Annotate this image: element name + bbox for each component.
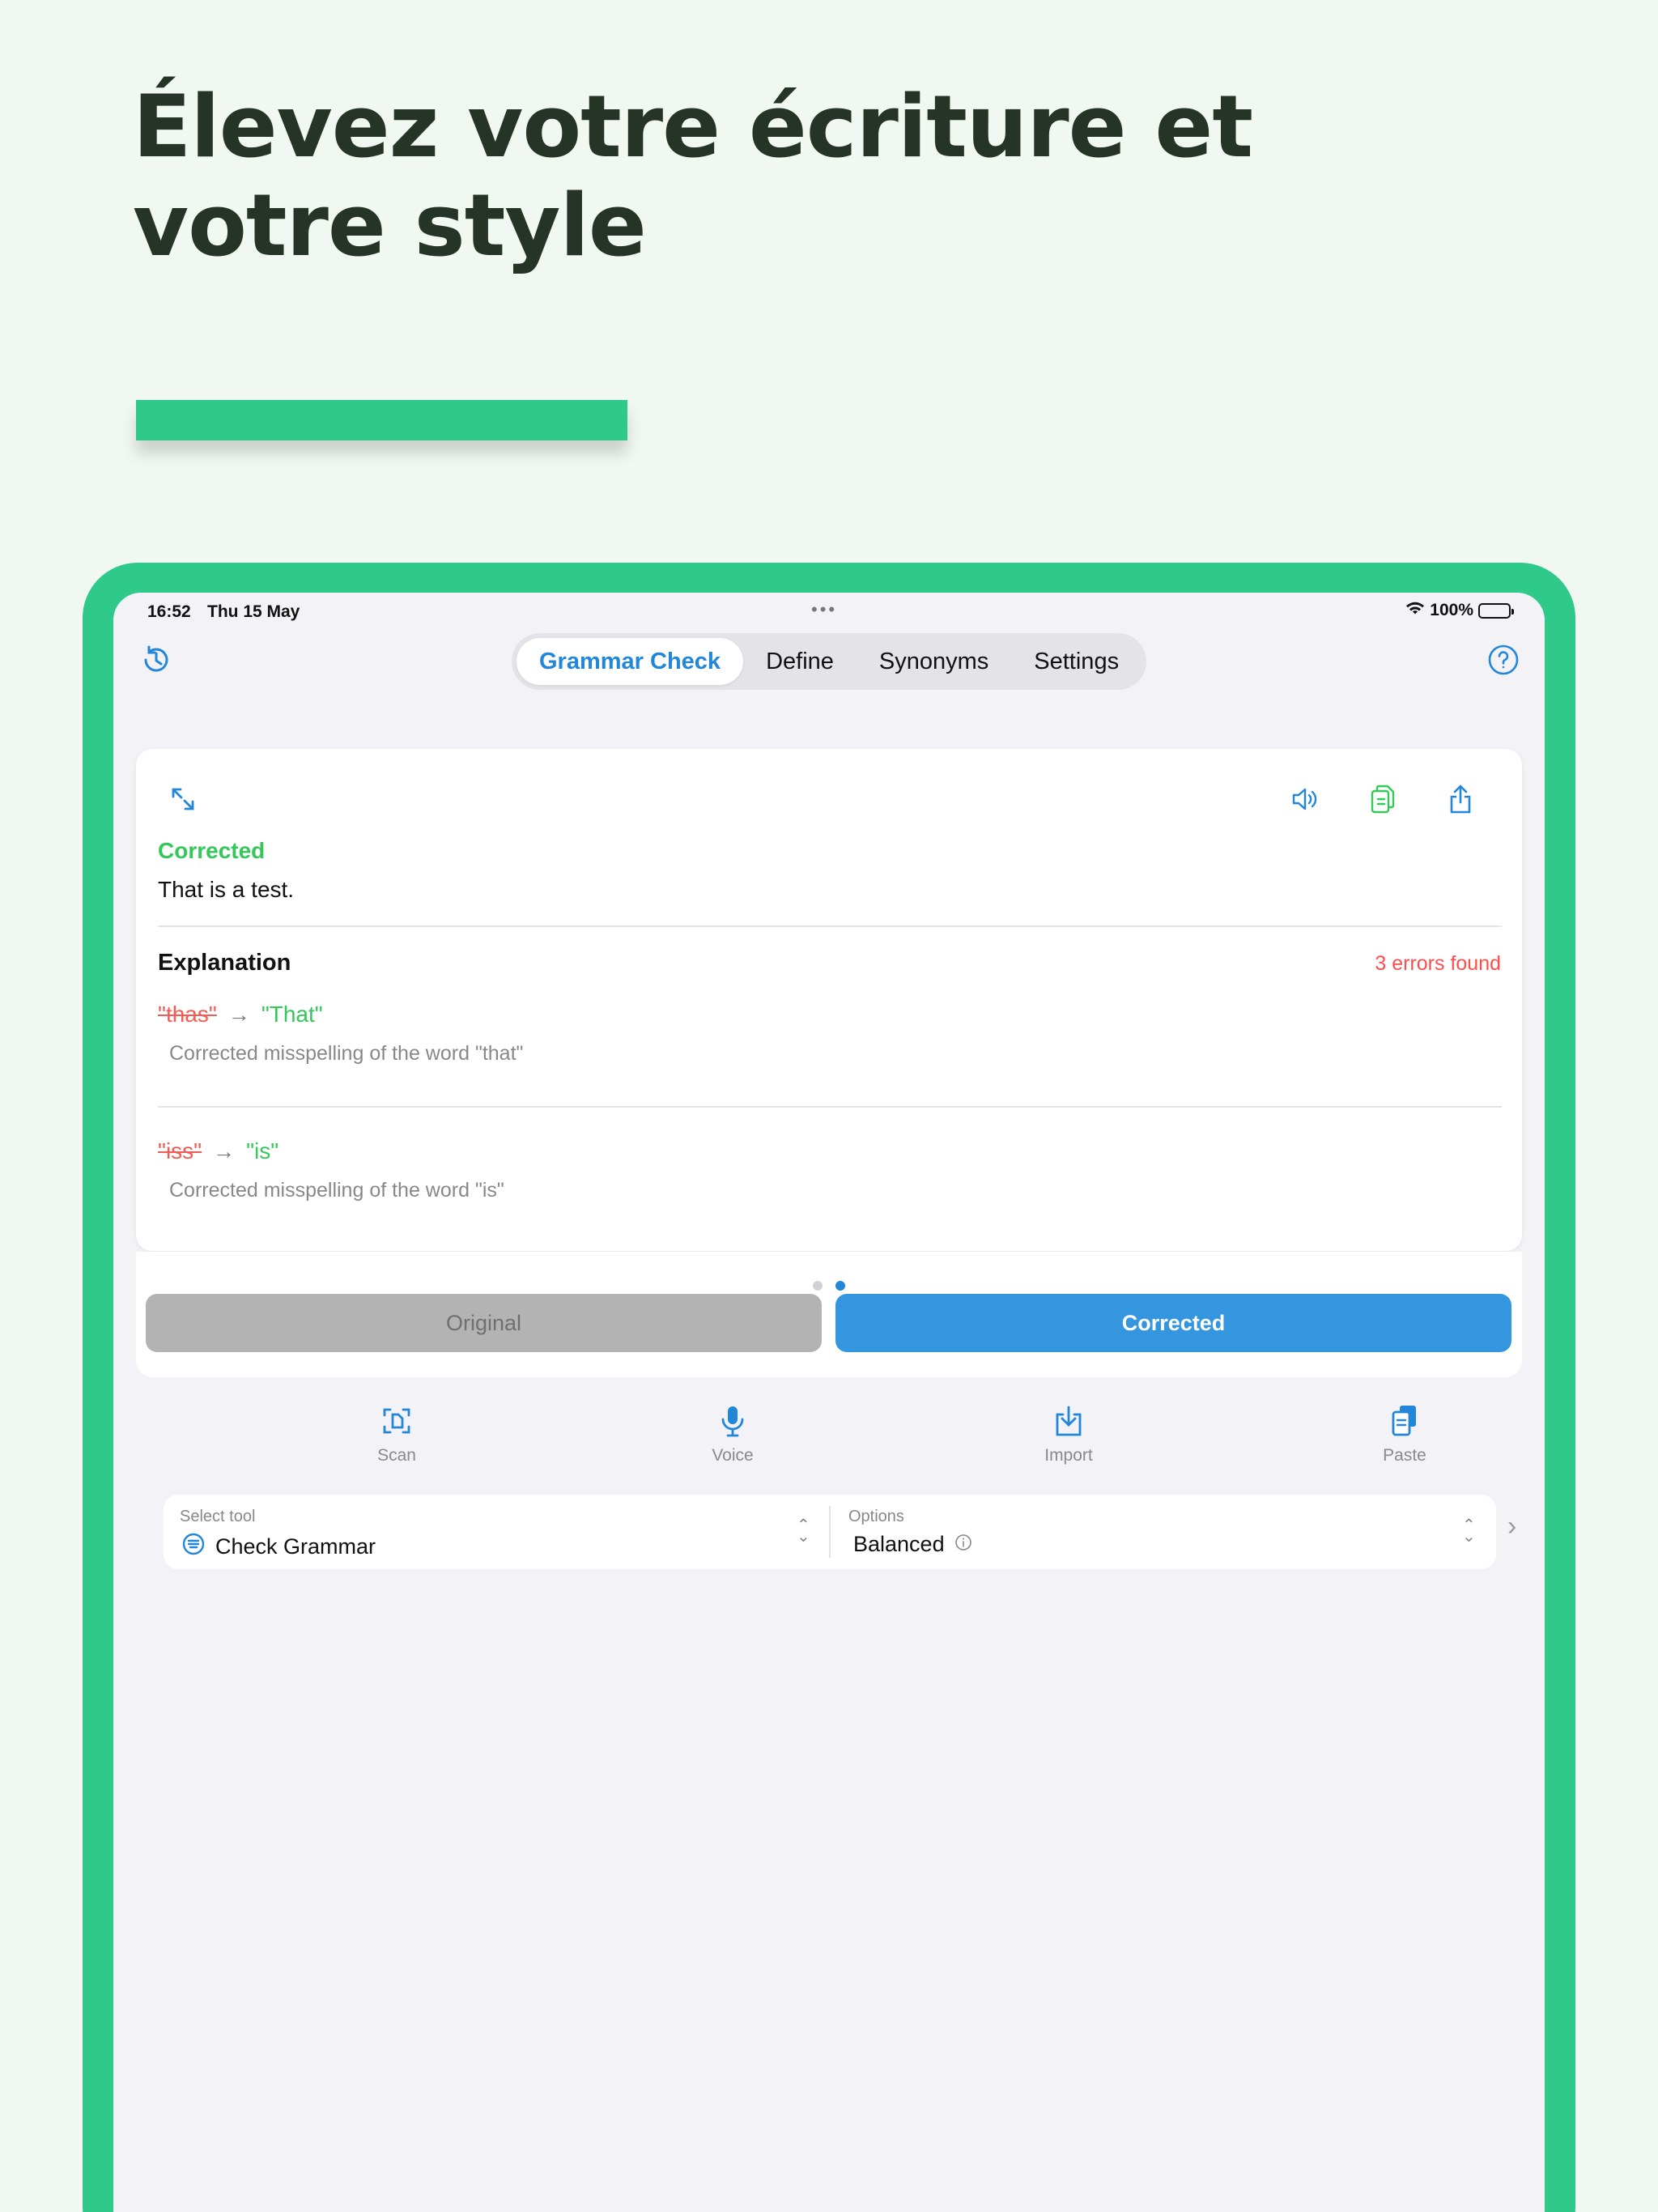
wifi-icon (1405, 601, 1425, 620)
original-word: "thas" (158, 1002, 217, 1027)
corrected-button[interactable]: Corrected (835, 1294, 1511, 1352)
corrected-text: That is a test. (158, 877, 295, 902)
battery-percent: 100% (1430, 601, 1473, 619)
change-row: "iss" → "is" (158, 1138, 278, 1164)
multitasking-dots-icon[interactable]: ••• (811, 599, 837, 620)
paste-label: Paste (1383, 1446, 1426, 1465)
help-icon[interactable] (1485, 641, 1522, 678)
result-card: Corrected That is a test. Explanation 3 … (136, 749, 1522, 1251)
chevron-right-icon[interactable]: › (1507, 1511, 1516, 1542)
paste-icon (1386, 1402, 1423, 1440)
updown-chevron-icon[interactable]: ⌃ ⌄ (797, 1517, 810, 1545)
selected-option-value: Balanced (853, 1532, 945, 1556)
scan-icon (378, 1402, 415, 1440)
status-time: 16:52 (147, 602, 191, 621)
scan-label: Scan (377, 1446, 416, 1465)
original-word: "iss" (158, 1138, 202, 1163)
battery-icon (1478, 602, 1514, 619)
share-icon[interactable] (1443, 781, 1478, 817)
device-frame: 16:52 Thu 15 May ••• 100% Grammar Check … (83, 563, 1575, 2212)
page-dot[interactable] (813, 1281, 823, 1291)
divider (158, 925, 1502, 927)
divider (829, 1506, 831, 1558)
tab-grammar-check[interactable]: Grammar Check (517, 638, 744, 685)
status-date: Thu 15 May (207, 602, 300, 621)
selected-tool-value: Check Grammar (215, 1534, 376, 1559)
app-screen: 16:52 Thu 15 May ••• 100% Grammar Check … (113, 593, 1545, 2212)
paste-button[interactable]: Paste (1336, 1402, 1473, 1465)
errors-found-badge: 3 errors found (1375, 952, 1501, 975)
list-icon (181, 1532, 206, 1562)
import-icon (1050, 1402, 1087, 1440)
arrow-right-icon: → (227, 1002, 250, 1027)
speaker-icon[interactable] (1287, 781, 1323, 817)
page-dot-active[interactable] (835, 1281, 845, 1291)
original-button[interactable]: Original (146, 1294, 822, 1352)
version-toggle: Original Corrected (136, 1252, 1522, 1377)
tab-synonyms[interactable]: Synonyms (857, 638, 1011, 685)
tab-define[interactable]: Define (743, 638, 857, 685)
voice-button[interactable]: Voice (664, 1402, 801, 1465)
info-icon[interactable] (954, 1532, 972, 1557)
import-button[interactable]: Import (1000, 1402, 1137, 1465)
corrected-word: "is" (246, 1138, 279, 1163)
expand-icon[interactable] (165, 781, 201, 817)
explanation-heading: Explanation (158, 950, 291, 976)
change-row: "thas" → "That" (158, 1002, 323, 1027)
corrected-word: "That" (261, 1002, 323, 1027)
copy-icon[interactable] (1365, 781, 1401, 817)
page-indicator[interactable] (113, 1281, 1545, 1291)
select-tool-dropdown[interactable]: Check Grammar (181, 1532, 376, 1562)
tab-settings[interactable]: Settings (1011, 638, 1141, 685)
history-icon[interactable] (138, 641, 175, 678)
accent-bar (136, 400, 627, 440)
status-indicators: 100% (1405, 601, 1514, 620)
select-tool-label: Select tool (180, 1508, 256, 1525)
tool-selector-bar: Select tool Check Grammar ⌃ ⌄ Options Bal… (164, 1495, 1496, 1569)
import-label: Import (1044, 1446, 1093, 1465)
arrow-right-icon: → (213, 1138, 236, 1163)
voice-label: Voice (712, 1446, 754, 1465)
scan-button[interactable]: Scan (328, 1402, 466, 1465)
change-note: Corrected misspelling of the word "is" (169, 1179, 504, 1202)
options-dropdown[interactable]: Balanced (853, 1532, 972, 1557)
headline: Élevez votre écriture et votre style (133, 77, 1253, 275)
updown-chevron-icon[interactable]: ⌃ ⌄ (1462, 1517, 1476, 1545)
corrected-heading: Corrected (158, 838, 266, 863)
mode-tabs: Grammar Check Define Synonyms Settings (512, 633, 1147, 690)
change-note: Corrected misspelling of the word "that" (169, 1042, 524, 1065)
divider (158, 1106, 1502, 1108)
options-label: Options (848, 1508, 904, 1525)
microphone-icon (714, 1402, 751, 1440)
